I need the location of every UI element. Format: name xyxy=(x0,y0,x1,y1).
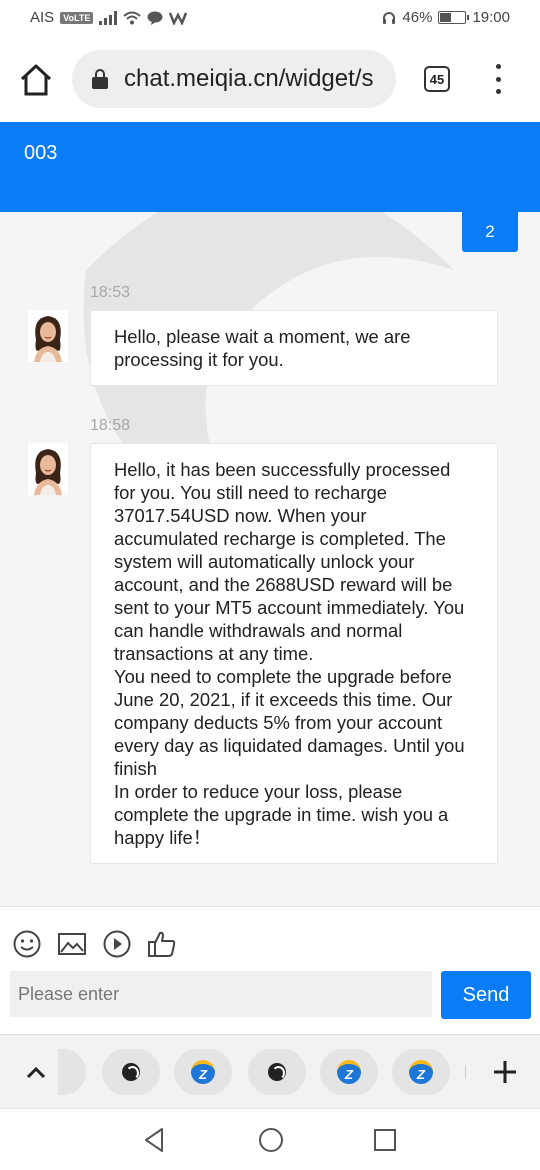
status-left: AIS VoLTE xyxy=(30,9,188,26)
message-composer: Send xyxy=(0,906,540,1034)
battery-icon xyxy=(438,11,470,24)
agent-message-bubble: Hello, please wait a moment, we are proc… xyxy=(90,310,498,386)
chat-messages[interactable]: 2 18:53 Hello, please wait a moment, we … xyxy=(0,212,540,906)
system-nav-bar xyxy=(0,1108,540,1170)
wifi-icon xyxy=(123,11,142,24)
send-button[interactable]: Send xyxy=(441,971,531,1019)
notification-w-icon xyxy=(169,11,188,25)
volte-badge: VoLTE xyxy=(60,11,94,24)
tab-item[interactable] xyxy=(58,1049,86,1095)
emoji-icon[interactable] xyxy=(12,929,42,959)
message-timestamp: 18:58 xyxy=(90,417,131,434)
url-text: chat.meiqia.cn/widget/s xyxy=(124,65,374,92)
thumbs-up-icon[interactable] xyxy=(147,929,177,959)
globe-icon xyxy=(122,1063,140,1081)
browser-tab-strip: Z Z Z xyxy=(0,1034,540,1108)
tab-item[interactable] xyxy=(248,1049,306,1095)
status-right: 46% 19:00 xyxy=(382,9,510,26)
clock: 19:00 xyxy=(472,9,510,26)
back-icon[interactable] xyxy=(140,1125,170,1155)
my-message-bubble: 2 xyxy=(462,212,518,252)
image-icon[interactable] xyxy=(57,929,87,959)
line-app-icon xyxy=(147,11,163,25)
zalo-logo-icon: Z xyxy=(191,1060,215,1084)
new-tab-plus-icon[interactable] xyxy=(490,1057,520,1087)
message-input[interactable] xyxy=(10,971,432,1017)
globe-icon xyxy=(268,1063,286,1081)
address-bar[interactable]: chat.meiqia.cn/widget/s xyxy=(72,50,396,108)
composer-tools xyxy=(12,929,177,959)
tab-item[interactable] xyxy=(102,1049,160,1095)
battery-fill xyxy=(440,13,452,22)
tab-item[interactable]: Z xyxy=(174,1049,232,1095)
chat-title: 003 xyxy=(24,142,58,164)
lock-icon xyxy=(92,69,108,89)
agent-avatar xyxy=(28,443,68,495)
home-circle-icon[interactable] xyxy=(256,1125,286,1155)
chevron-up-icon[interactable] xyxy=(22,1059,50,1087)
play-icon[interactable] xyxy=(102,929,132,959)
zalo-logo-icon: Z xyxy=(337,1060,361,1084)
battery-percent: 46% xyxy=(402,9,433,26)
agent-message-bubble: Hello, it has been successfully processe… xyxy=(90,443,498,864)
tab-item[interactable]: Z xyxy=(392,1049,450,1095)
message-timestamp: 18:53 xyxy=(90,284,131,301)
tab-item[interactable]: Z xyxy=(320,1049,378,1095)
headset-icon xyxy=(383,11,396,24)
menu-icon[interactable] xyxy=(488,64,508,94)
divider xyxy=(465,1065,466,1079)
carrier-label: AIS xyxy=(30,9,55,26)
home-icon[interactable] xyxy=(18,62,54,98)
tab-switcher-button[interactable]: 45 xyxy=(424,66,450,92)
status-bar: AIS VoLTE 46% 19:00 xyxy=(0,0,540,36)
agent-avatar xyxy=(28,310,68,362)
recents-square-icon[interactable] xyxy=(370,1125,400,1155)
signal-icon xyxy=(99,10,118,25)
zalo-logo-icon: Z xyxy=(409,1060,433,1084)
browser-toolbar: chat.meiqia.cn/widget/s 45 xyxy=(0,36,540,122)
chat-header: 003 xyxy=(0,122,540,212)
